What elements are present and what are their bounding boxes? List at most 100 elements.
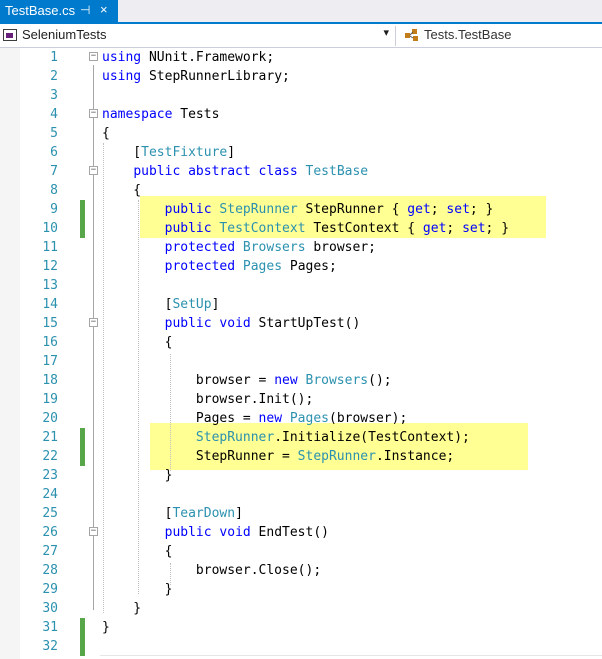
line-number: 15 [42, 316, 58, 331]
code-line[interactable]: 31} [0, 618, 602, 637]
member-label: Tests.TestBase [424, 27, 512, 42]
code-line[interactable]: 4 − namespace Tests [0, 105, 602, 124]
change-marker [80, 447, 85, 466]
code-text: Pages = new Pages(browser); [102, 411, 408, 426]
code-text: } [102, 468, 173, 483]
code-line[interactable]: 9 public StepRunner StepRunner { get; se… [0, 200, 602, 219]
close-icon[interactable]: × [100, 2, 108, 17]
code-text: namespace Tests [102, 107, 220, 122]
code-line[interactable]: 13 [0, 276, 602, 295]
code-line[interactable]: 17 [0, 352, 602, 371]
code-text: browser = new Browsers(); [102, 373, 392, 388]
collapse-icon[interactable]: − [89, 527, 98, 536]
line-number: 8 [50, 183, 58, 198]
code-line[interactable]: 20 Pages = new Pages(browser); [0, 409, 602, 428]
change-marker [80, 637, 85, 656]
collapse-icon[interactable]: − [89, 318, 98, 327]
editor-bottom-edge [100, 655, 602, 656]
line-number: 28 [42, 563, 58, 578]
code-line[interactable]: 14 [SetUp] [0, 295, 602, 314]
document-tab-strip: TestBase.cs ⊣ × [0, 0, 602, 24]
code-line[interactable]: 7 − public abstract class TestBase [0, 162, 602, 181]
line-number: 27 [42, 544, 58, 559]
collapse-icon[interactable]: − [89, 109, 98, 118]
code-text: using StepRunnerLibrary; [102, 69, 290, 84]
csharp-project-icon [3, 29, 17, 41]
code-line[interactable]: 23 } [0, 466, 602, 485]
code-line[interactable]: 2 using StepRunnerLibrary; [0, 67, 602, 86]
code-line[interactable]: 28 browser.Close(); [0, 561, 602, 580]
code-line[interactable]: 22 StepRunner = StepRunner.Instance; [0, 447, 602, 466]
code-line[interactable]: 8 { [0, 181, 602, 200]
line-number: 30 [42, 601, 58, 616]
collapse-icon[interactable]: − [89, 52, 98, 61]
code-line[interactable]: 32 [0, 637, 602, 656]
code-line[interactable]: 21 StepRunner.Initialize(TestContext); [0, 428, 602, 447]
code-line[interactable]: 25 [TearDown] [0, 504, 602, 523]
line-number: 21 [42, 430, 58, 445]
project-label: SeleniumTests [22, 27, 107, 42]
line-number: 9 [50, 202, 58, 217]
change-marker [80, 200, 85, 219]
line-number: 16 [42, 335, 58, 350]
code-line[interactable]: 30 } [0, 599, 602, 618]
code-text: protected Pages Pages; [164, 259, 337, 274]
line-number: 10 [42, 221, 58, 236]
code-text: StepRunner.Initialize(TestContext); [195, 430, 470, 445]
pin-icon[interactable]: ⊣ [80, 3, 90, 17]
tab-testbase-cs[interactable]: TestBase.cs ⊣ × [0, 0, 118, 24]
line-number: 6 [50, 145, 58, 160]
project-dropdown[interactable]: SeleniumTests ▾ [0, 26, 396, 46]
line-number: 5 [50, 126, 58, 141]
code-line[interactable]: 19 browser.Init(); [0, 390, 602, 409]
line-number: 20 [42, 411, 58, 426]
code-editor[interactable]: 1− using NUnit.Framework; 2 using StepRunne… [0, 48, 602, 659]
line-number: 31 [42, 620, 58, 635]
code-text: } [102, 620, 110, 635]
line-number: 4 [50, 107, 58, 122]
tab-title: TestBase.cs [5, 3, 76, 18]
chevron-down-icon[interactable]: ▾ [383, 26, 389, 39]
change-marker [80, 428, 85, 447]
code-text: StepRunner = StepRunner.Instance; [102, 449, 455, 464]
line-number: 7 [50, 164, 58, 179]
line-number: 14 [42, 297, 58, 312]
code-line[interactable]: 5{ [0, 124, 602, 143]
code-line[interactable]: 3 [0, 86, 602, 105]
code-line[interactable]: 12 protected Pages Pages; [0, 257, 602, 276]
code-text: [TestFixture] [102, 145, 236, 160]
code-text: public void StartUpTest() [164, 316, 361, 331]
code-line[interactable]: 18 browser = new Browsers(); [0, 371, 602, 390]
code-text: } [102, 601, 142, 616]
code-line[interactable]: 11 protected Browsers browser; [0, 238, 602, 257]
line-number: 19 [42, 392, 58, 407]
change-marker [80, 618, 85, 637]
code-line[interactable]: 26 − public void EndTest() [0, 523, 602, 542]
line-number: 3 [50, 88, 58, 103]
code-line[interactable]: 27 { [0, 542, 602, 561]
code-text: public abstract class TestBase [133, 164, 369, 179]
code-text: using NUnit.Framework; [102, 50, 275, 65]
line-number: 13 [42, 278, 58, 293]
code-text: browser.Close(); [102, 563, 322, 578]
member-dropdown[interactable]: Tests.TestBase [398, 26, 602, 46]
code-line[interactable]: 16 { [0, 333, 602, 352]
code-text: public TestContext TestContext { get; se… [164, 221, 510, 236]
code-line[interactable]: 15 − public void StartUpTest() [0, 314, 602, 333]
code-line[interactable]: 1 − using NUnit.Framework; [0, 48, 602, 67]
line-number: 11 [42, 240, 58, 255]
class-icon [405, 29, 418, 41]
line-number: 32 [42, 639, 58, 654]
line-number: 24 [42, 487, 58, 502]
code-text: protected Browsers browser; [164, 240, 376, 255]
code-line[interactable]: 29 } [0, 580, 602, 599]
code-text: browser.Init(); [102, 392, 314, 407]
code-line[interactable]: 24 [0, 485, 602, 504]
code-line[interactable]: 6 [TestFixture] [0, 143, 602, 162]
code-text: { [102, 544, 173, 559]
line-number: 17 [42, 354, 58, 369]
line-number: 26 [42, 525, 58, 540]
change-marker [80, 219, 85, 238]
code-line[interactable]: 10 public TestContext TestContext { get;… [0, 219, 602, 238]
collapse-icon[interactable]: − [89, 166, 98, 175]
